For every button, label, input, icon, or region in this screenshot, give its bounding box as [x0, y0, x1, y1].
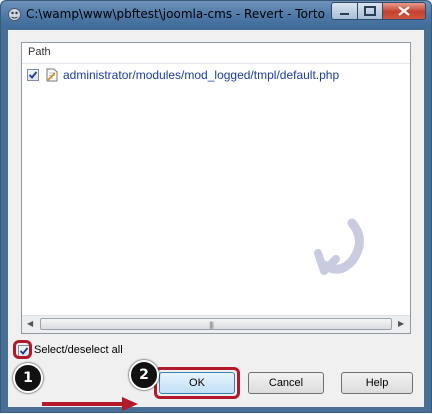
scroll-left-icon[interactable]: ◀ — [27, 319, 33, 328]
grip-icon: ||| — [209, 321, 214, 329]
close-button[interactable] — [382, 2, 426, 20]
file-list[interactable]: Path administrator/modules/mod_logged/tm… — [21, 42, 411, 334]
window-title: C:\wamp\www\pbftest\joomla-cms - Revert … — [26, 7, 326, 21]
select-all-label[interactable]: Select/deselect all — [34, 344, 123, 356]
column-header-path[interactable]: Path — [22, 43, 410, 64]
list-item[interactable]: administrator/modules/mod_logged/tmpl/de… — [25, 67, 405, 83]
modified-file-icon — [46, 68, 58, 82]
ok-button-highlight — [154, 367, 240, 399]
title-bar[interactable]: C:\wamp\www\pbftest\joomla-cms - Revert … — [1, 1, 431, 29]
revert-dialog-window: C:\wamp\www\pbftest\joomla-cms - Revert … — [0, 0, 432, 413]
tortoisesvn-app-icon — [8, 8, 21, 21]
file-path-text: administrator/modules/mod_logged/tmpl/de… — [63, 68, 340, 82]
checkmark-icon — [28, 71, 38, 79]
cancel-button[interactable]: Cancel — [248, 372, 324, 394]
maximize-icon — [364, 6, 376, 16]
step-marker-1: 1 — [13, 363, 43, 393]
select-all-highlight — [13, 340, 32, 359]
horizontal-scrollbar[interactable]: ◀ ||| ▶ — [22, 315, 410, 333]
arrow-icon — [42, 397, 138, 411]
help-button[interactable]: Help — [341, 372, 413, 394]
close-icon — [398, 6, 410, 16]
revert-arrow-watermark-icon — [314, 218, 364, 275]
scroll-right-icon[interactable]: ▶ — [398, 319, 404, 328]
step-marker-2: 2 — [129, 360, 159, 390]
dialog-body: Path administrator/modules/mod_logged/tm… — [8, 30, 424, 411]
minimize-button[interactable] — [331, 2, 358, 20]
file-checkbox[interactable] — [27, 69, 39, 81]
column-header-label: Path — [28, 46, 51, 58]
scrollbar-thumb[interactable]: ||| — [40, 318, 392, 330]
maximize-button[interactable] — [357, 2, 383, 20]
minimize-icon — [340, 13, 349, 15]
